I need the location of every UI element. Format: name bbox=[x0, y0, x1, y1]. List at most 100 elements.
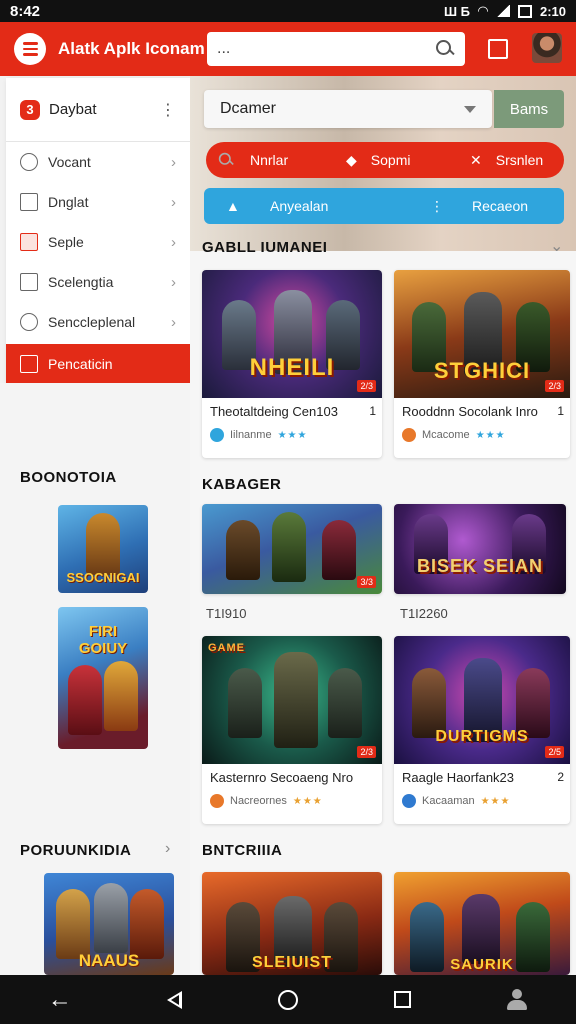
card-tag: 2/3 bbox=[357, 380, 376, 392]
card-app-name: Kacaaman bbox=[422, 795, 475, 807]
game-card[interactable]: SLEIUIST bbox=[202, 872, 382, 975]
app-icon bbox=[210, 794, 224, 808]
card-tag: 2/3 bbox=[357, 746, 376, 758]
filter-chip-srsnlen[interactable]: ✕ Srsnlen bbox=[470, 152, 543, 169]
wifi-icon: ◠ bbox=[477, 3, 488, 18]
box-icon bbox=[20, 273, 38, 291]
game-thumbnail[interactable]: NAAUS bbox=[44, 873, 174, 975]
card-image-label: DURTIGMS bbox=[435, 728, 529, 745]
sidebar-item-label: Vocant bbox=[48, 154, 91, 170]
card-app-name: Iilnanme bbox=[230, 429, 272, 441]
game-thumbnail[interactable]: SSOCNIGAI bbox=[58, 505, 148, 593]
chevron-right-icon: › bbox=[171, 233, 176, 251]
thumbnail-label: SSOCNIGAI bbox=[66, 570, 140, 585]
thumbnail-label: FIRI GOIUY bbox=[78, 623, 128, 657]
section-title: KABAGER bbox=[202, 476, 282, 493]
app-title: Alatk Aplk Iconam bbox=[58, 39, 205, 58]
menu-icon[interactable] bbox=[14, 33, 46, 65]
sidebar-item-label: Pencaticin bbox=[48, 356, 113, 372]
back-arrow-icon[interactable]: ← bbox=[48, 986, 72, 1014]
sidebar-item-label: Scelengtia bbox=[48, 274, 114, 290]
more-vert-icon[interactable]: ⋮ bbox=[430, 198, 444, 215]
game-card[interactable]: BISEK SEIAN bbox=[394, 504, 566, 594]
status-time-right: 2:10 bbox=[539, 3, 566, 19]
system-nav-bar: ← bbox=[0, 975, 576, 1024]
sidebar-item-seple[interactable]: Seple › bbox=[6, 222, 190, 262]
card-image-label: SAURIK bbox=[450, 956, 514, 973]
game-card[interactable]: GAME 2/3 Kasternro Secoaeng Nro Nacreorn… bbox=[202, 636, 382, 824]
filter-button[interactable]: Bams bbox=[494, 90, 564, 128]
search-input[interactable]: ... bbox=[207, 32, 465, 66]
card-count: 1 bbox=[369, 404, 376, 418]
card-date: T1I2260 bbox=[400, 606, 448, 621]
drawer-header[interactable]: 3 Daybat ⋮ bbox=[6, 78, 190, 142]
filter-chip-nnrlar[interactable]: Nnrlar bbox=[216, 150, 288, 170]
app-bar: Alatk Aplk Iconam ... bbox=[0, 22, 576, 76]
back-icon[interactable] bbox=[167, 990, 183, 1009]
sidebar-item-dnglat[interactable]: Dnglat › bbox=[6, 182, 190, 222]
chevron-right-icon[interactable]: › bbox=[165, 840, 170, 858]
app-icon bbox=[402, 794, 416, 808]
search-icon[interactable] bbox=[435, 39, 455, 59]
section-title: BNTCRIIIA bbox=[202, 842, 283, 859]
card-image-label: SLEIUIST bbox=[251, 954, 332, 971]
recents-icon[interactable] bbox=[393, 991, 411, 1008]
left-column: BOONOTOIA SSOCNIGAI FIRI GOIUY PORUUNKID… bbox=[0, 383, 190, 975]
section-title: GABLL IUMANEI bbox=[202, 239, 328, 256]
user-icon[interactable] bbox=[506, 988, 528, 1011]
signal-icon bbox=[495, 5, 510, 17]
rating-stars: ★★★ bbox=[277, 429, 308, 441]
filter-chip-sopmi[interactable]: ◆ Sopmi bbox=[346, 152, 410, 169]
status-time-left: 8:42 bbox=[10, 2, 41, 20]
card-count: 2 bbox=[557, 770, 564, 784]
game-card[interactable]: SAURIK bbox=[394, 872, 570, 975]
card-title: Raagle Haorfank23 bbox=[402, 770, 515, 785]
status-right: Ш Б ◠ 2:10 bbox=[444, 3, 566, 19]
rating-stars: ★★★ bbox=[475, 429, 506, 441]
card-image: GAME 2/3 bbox=[202, 636, 382, 764]
game-thumbnail[interactable]: FIRI GOIUY bbox=[58, 607, 148, 749]
card-app-name: Nacreornes bbox=[230, 795, 287, 807]
sidebar-item-senccleplenal[interactable]: Senccleplenal › bbox=[6, 302, 190, 342]
sidebar-item-vocant[interactable]: Vocant › bbox=[6, 142, 190, 182]
card-title: Theotaltdeing Cen103 bbox=[210, 404, 338, 419]
status-indicator: Ш Б bbox=[443, 3, 470, 19]
rating-stars: ★★★ bbox=[292, 795, 323, 807]
game-card[interactable]: 3/3 bbox=[202, 504, 382, 594]
card-image: NHEILI 2/3 bbox=[202, 270, 382, 398]
chevron-right-icon: › bbox=[171, 273, 176, 291]
category-dropdown[interactable]: Dcamer bbox=[204, 90, 492, 128]
blue-bar-label-left[interactable]: Anyealan bbox=[270, 198, 328, 214]
bookmark-icon[interactable] bbox=[488, 39, 508, 59]
sidebar-item-pencaticin[interactable]: Pencaticin bbox=[6, 344, 190, 384]
app-icon bbox=[210, 428, 224, 442]
more-vert-icon[interactable]: ⋮ bbox=[160, 100, 176, 120]
card-tag: 2/3 bbox=[545, 380, 564, 392]
chevron-right-icon: › bbox=[171, 193, 176, 211]
chevron-down-icon[interactable]: ⌄ bbox=[550, 236, 563, 256]
card-app-name: Mcacome bbox=[422, 429, 470, 441]
game-card[interactable]: NHEILI 2/3 Theotaltdeing Cen103 1 Iilnan… bbox=[202, 270, 382, 458]
section-title: BOONOTOIA bbox=[20, 469, 117, 486]
pin-icon bbox=[20, 313, 38, 331]
card-date: T1I910 bbox=[206, 606, 247, 621]
sidebar-item-scelengtia[interactable]: Scelengtia › bbox=[6, 262, 190, 302]
card-tag: 3/3 bbox=[357, 576, 376, 588]
arrow-up-icon[interactable]: ▲ bbox=[226, 198, 240, 214]
battery-icon bbox=[517, 4, 532, 18]
game-card[interactable]: DURTIGMS 2/5 Raagle Haorfank23 2 Kacaama… bbox=[394, 636, 570, 824]
diamond-icon: ◆ bbox=[346, 151, 357, 168]
blue-bar-label-right[interactable]: Recaeon bbox=[472, 198, 528, 214]
main-content: Dcamer Bams Nnrlar ◆ Sopmi ✕ Srsnlen ▲ A… bbox=[190, 76, 576, 975]
sidebar-item-label: Dnglat bbox=[48, 194, 89, 210]
sidebar-item-label: Senccleplenal bbox=[48, 314, 136, 330]
tile-icon bbox=[20, 233, 38, 251]
avatar[interactable] bbox=[532, 33, 562, 63]
sidebar-item-label: Seple bbox=[48, 234, 84, 250]
close-icon: ✕ bbox=[470, 151, 482, 168]
card-image-label: BISEK SEIAN bbox=[416, 556, 544, 576]
card-tag: 2/5 bbox=[545, 746, 564, 758]
home-icon[interactable] bbox=[277, 989, 298, 1010]
game-card[interactable]: STGHICI 2/3 Rooddnn Socolank Inro 1 Mcac… bbox=[394, 270, 570, 458]
card-image: BISEK SEIAN bbox=[394, 504, 566, 594]
